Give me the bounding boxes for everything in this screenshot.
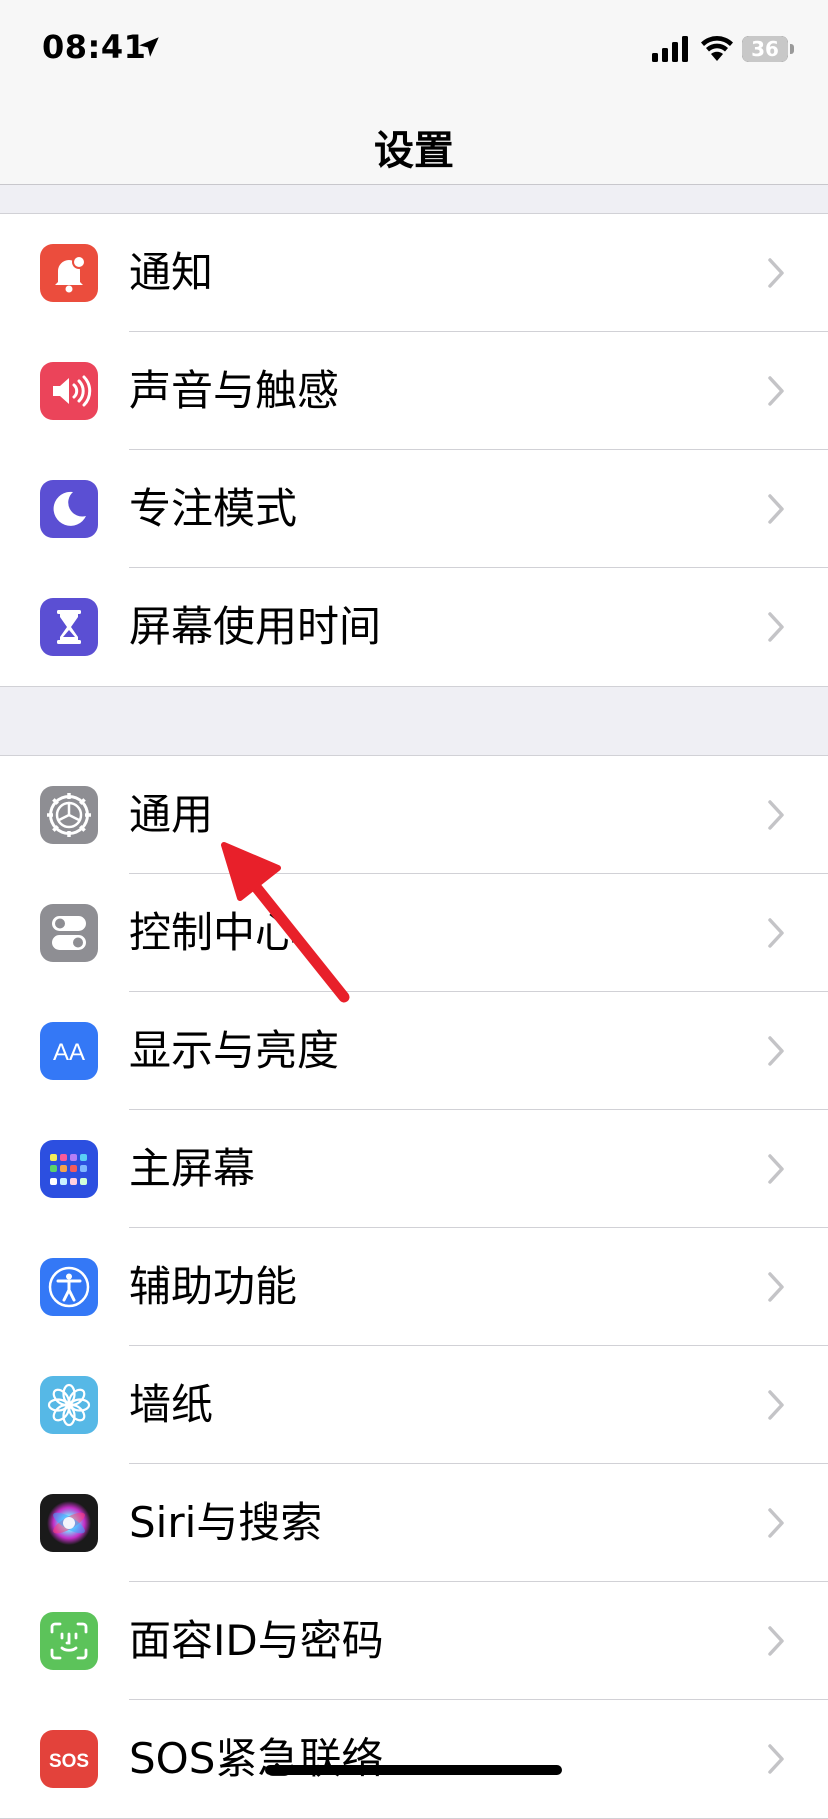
battery-cap — [790, 44, 794, 54]
notifications-icon — [40, 244, 98, 302]
chevron-right-icon — [768, 1036, 784, 1066]
settings-row-label: 屏幕使用时间 — [129, 602, 382, 651]
display-icon-glyph: AA — [53, 1039, 85, 1066]
settings-group-1: 通知 声音与触感 专注模式 屏幕使用时间 — [0, 213, 828, 687]
face-id-icon — [40, 1612, 98, 1670]
battery-level: 36 — [751, 37, 779, 61]
chevron-right-icon — [768, 1272, 784, 1302]
settings-row-label: 墙纸 — [129, 1380, 214, 1429]
chevron-right-icon — [768, 1508, 784, 1538]
settings-row-label: 通知 — [129, 248, 214, 297]
status-time: 08:41 — [42, 28, 147, 66]
focus-moon-icon — [40, 480, 98, 538]
settings-row-label: 声音与触感 — [129, 366, 340, 415]
chevron-right-icon — [768, 800, 784, 830]
settings-row-sos[interactable]: SOS SOS紧急联络 — [0, 1700, 828, 1818]
chevron-right-icon — [768, 1154, 784, 1184]
wallpaper-flower-icon — [40, 1376, 98, 1434]
chevron-right-icon — [768, 376, 784, 406]
settings-row-notifications[interactable]: 通知 — [0, 214, 828, 332]
settings-group-2: 通用 控制中心 AA 显示与亮度 主屏幕 辅助功能 墙纸 Siri与搜索 面容I… — [0, 755, 828, 1819]
chevron-right-icon — [768, 494, 784, 524]
sos-icon: SOS — [40, 1730, 98, 1788]
display-brightness-icon: AA — [40, 1022, 98, 1080]
settings-row-focus[interactable]: 专注模式 — [0, 450, 828, 568]
settings-row-label: Siri与搜索 — [129, 1498, 323, 1547]
settings-row-label: 显示与亮度 — [129, 1026, 340, 1075]
general-gear-icon — [40, 786, 98, 844]
settings-row-display[interactable]: AA 显示与亮度 — [0, 992, 828, 1110]
location-arrow-icon — [139, 37, 159, 57]
screen-time-hourglass-icon — [40, 598, 98, 656]
battery-icon: 36 — [742, 36, 788, 62]
page-title: 设置 — [374, 128, 454, 174]
navigation-bar: 设置 — [0, 100, 828, 185]
settings-row-siri[interactable]: Siri与搜索 — [0, 1464, 828, 1582]
chevron-right-icon — [768, 918, 784, 948]
settings-row-control-center[interactable]: 控制中心 — [0, 874, 828, 992]
status-bar: 08:41 36 — [0, 0, 828, 100]
sos-icon-glyph: SOS — [49, 1751, 89, 1772]
siri-icon — [40, 1494, 98, 1552]
settings-row-face-id[interactable]: 面容ID与密码 — [0, 1582, 828, 1700]
settings-row-home-screen[interactable]: 主屏幕 — [0, 1110, 828, 1228]
settings-row-label: 控制中心 — [129, 908, 298, 957]
settings-row-label: 面容ID与密码 — [129, 1616, 384, 1665]
settings-row-wallpaper[interactable]: 墙纸 — [0, 1346, 828, 1464]
chevron-right-icon — [768, 1744, 784, 1774]
wifi-icon — [701, 36, 733, 61]
chevron-right-icon — [768, 1626, 784, 1656]
settings-row-label: SOS紧急联络 — [129, 1734, 384, 1783]
settings-row-accessibility[interactable]: 辅助功能 — [0, 1228, 828, 1346]
sounds-icon — [40, 362, 98, 420]
chevron-right-icon — [768, 1390, 784, 1420]
control-center-icon — [40, 904, 98, 962]
cellular-signal-icon — [652, 36, 688, 62]
settings-row-label: 专注模式 — [129, 484, 298, 533]
settings-row-label: 通用 — [129, 790, 214, 839]
accessibility-icon — [40, 1258, 98, 1316]
settings-row-label: 主屏幕 — [129, 1144, 256, 1193]
chevron-right-icon — [768, 612, 784, 642]
settings-row-screen-time[interactable]: 屏幕使用时间 — [0, 568, 828, 686]
home-screen-icon — [40, 1140, 98, 1198]
home-indicator[interactable] — [265, 1765, 562, 1775]
settings-row-label: 辅助功能 — [129, 1262, 298, 1311]
settings-row-sounds[interactable]: 声音与触感 — [0, 332, 828, 450]
settings-row-general[interactable]: 通用 — [0, 756, 828, 874]
chevron-right-icon — [768, 258, 784, 288]
